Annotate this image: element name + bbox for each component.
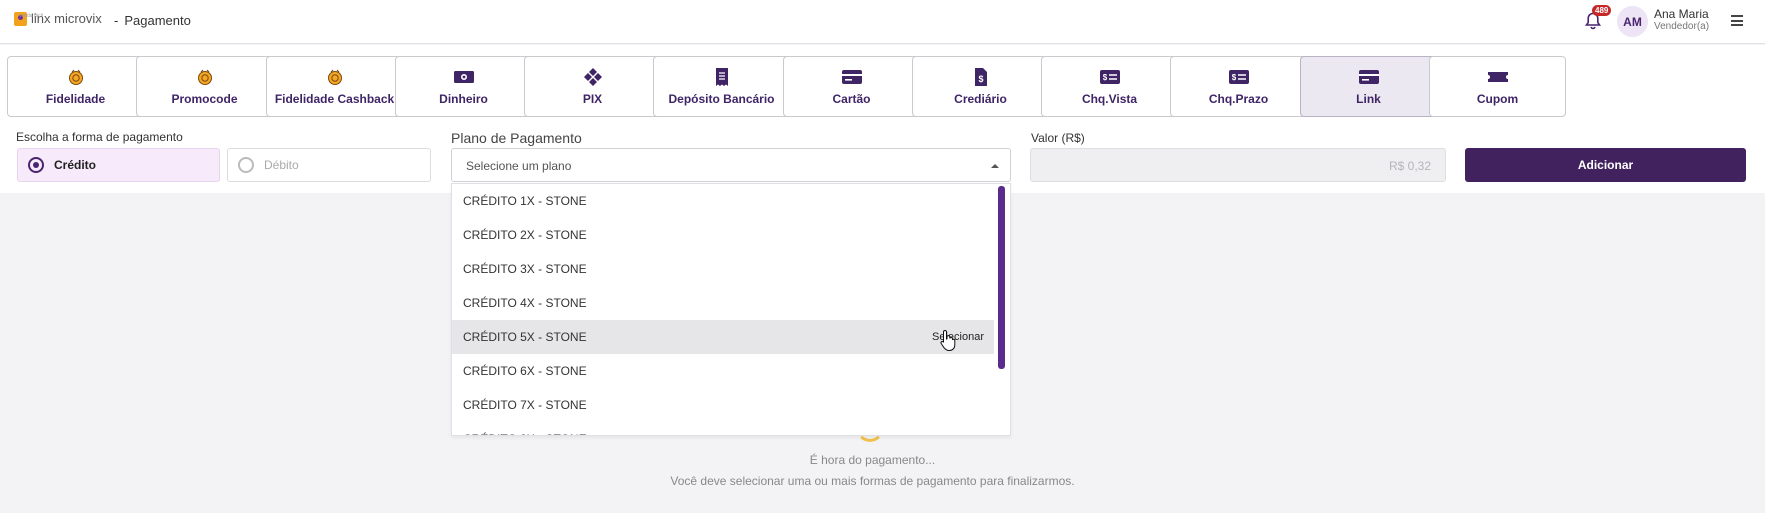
- payment-method-tile[interactable]: Fidelidade Cashback: [266, 56, 403, 117]
- user-role: Vendedor(a): [1654, 21, 1710, 32]
- top-bar: linx microvix venda fácil - Pagamento 489…: [0, 0, 1765, 44]
- plan-option-label: CRÉDITO 5X - STONE: [463, 330, 587, 344]
- payment-method-label: Depósito Bancário: [668, 92, 775, 106]
- payment-method-label: Fidelidade Cashback: [274, 92, 395, 106]
- plan-option[interactable]: CRÉDITO 3X - STONE: [452, 252, 994, 286]
- svg-text:$: $: [1102, 73, 1107, 82]
- page-title: - Pagamento: [114, 13, 191, 28]
- receipt-icon: [711, 67, 733, 87]
- credit-label: Crédito: [54, 158, 96, 172]
- dropdown-scrollbar[interactable]: [998, 186, 1005, 369]
- payment-method-tile[interactable]: Cupom: [1429, 56, 1566, 117]
- credit-radio[interactable]: [28, 157, 44, 173]
- payment-method-label: Chq.Prazo: [1208, 92, 1269, 106]
- empty-state-message: Você deve selecionar uma ou mais formas …: [670, 474, 1075, 488]
- plan-label: Plano de Pagamento: [451, 130, 582, 146]
- payment-method-tile[interactable]: Dinheiro: [395, 56, 532, 117]
- document-dollar-icon: $: [970, 67, 992, 87]
- user-name: Ana Maria: [1654, 7, 1709, 21]
- check-icon: $: [1228, 67, 1250, 87]
- payment-method-label: Cupom: [1476, 92, 1519, 106]
- brand-tagline: venda fácil: [19, 13, 43, 19]
- payment-method-label: Link: [1356, 92, 1381, 106]
- payment-method-tile[interactable]: $ Chq.Vista: [1041, 56, 1178, 117]
- coin-icon: [65, 67, 87, 87]
- value-input[interactable]: R$ 0,32: [1030, 148, 1446, 182]
- hand-cursor-icon: [940, 329, 956, 351]
- card-icon: [841, 67, 863, 87]
- plan-option[interactable]: CRÉDITO 2X - STONE: [452, 218, 994, 252]
- plan-option[interactable]: CRÉDITO 4X - STONE: [452, 286, 994, 320]
- cash-icon: [453, 67, 475, 87]
- plan-option-label: CRÉDITO 4X - STONE: [463, 296, 587, 310]
- plan-option-label: CRÉDITO 6X - STONE: [463, 364, 587, 378]
- pix-icon: [582, 67, 604, 87]
- ticket-icon: [1487, 67, 1509, 87]
- plan-option-label: CRÉDITO 3X - STONE: [463, 262, 587, 276]
- check-icon: $: [1099, 67, 1121, 87]
- plan-option-label: CRÉDITO 2X - STONE: [463, 228, 587, 242]
- plan-option-label: CRÉDITO 8X - STONE: [463, 432, 587, 435]
- avatar[interactable]: AM: [1617, 6, 1648, 37]
- value-text: R$ 0,32: [1388, 159, 1431, 173]
- payment-method-tile[interactable]: PIX: [524, 56, 661, 117]
- svg-text:$: $: [1231, 73, 1236, 82]
- debit-radio-option[interactable]: Débito: [227, 148, 431, 182]
- payment-method-label: Crediário: [954, 92, 1007, 106]
- svg-text:$: $: [978, 74, 983, 84]
- card-icon: [1358, 67, 1380, 87]
- plan-option[interactable]: CRÉDITO 5X - STONE Selecionar: [452, 320, 994, 354]
- hamburger-menu-icon[interactable]: [1731, 15, 1743, 26]
- payment-method-label: Dinheiro: [439, 92, 488, 106]
- plan-dropdown-list[interactable]: CRÉDITO 1X - STONE CRÉDITO 2X - STONE CRÉD…: [451, 183, 1011, 436]
- payment-method-tile[interactable]: $ Chq.Prazo: [1170, 56, 1307, 117]
- value-label: Valor (R$): [1031, 131, 1085, 145]
- payment-method-tile[interactable]: Fidelidade: [7, 56, 144, 117]
- empty-state-title: É hora do pagamento...: [809, 453, 936, 467]
- coin-icon: [324, 67, 346, 87]
- page-title-text: Pagamento: [124, 13, 191, 28]
- title-separator: -: [114, 13, 119, 28]
- payment-method-tile[interactable]: Depósito Bancário: [653, 56, 790, 117]
- payment-method-label: Cartão: [832, 92, 871, 106]
- plan-option[interactable]: CRÉDITO 6X - STONE: [452, 354, 994, 388]
- add-button[interactable]: Adicionar: [1465, 148, 1746, 182]
- plan-option[interactable]: CRÉDITO 8X - STONE: [452, 422, 994, 435]
- plan-select[interactable]: Selecione um plano: [451, 148, 1011, 182]
- debit-label: Débito: [264, 158, 299, 172]
- payment-method-label: Fidelidade: [45, 92, 106, 106]
- plan-option-label: CRÉDITO 7X - STONE: [463, 398, 587, 412]
- payment-method-tile[interactable]: $ Crediário: [912, 56, 1049, 117]
- payment-method-tile[interactable]: Cartão: [783, 56, 920, 117]
- plan-select-placeholder: Selecione um plano: [466, 159, 572, 173]
- caret-up-icon[interactable]: [991, 164, 999, 168]
- plan-option[interactable]: CRÉDITO 1X - STONE: [452, 184, 994, 218]
- payment-method-tile[interactable]: Promocode: [136, 56, 273, 117]
- payment-method-label: Promocode: [171, 92, 238, 106]
- plan-option-label: CRÉDITO 1X - STONE: [463, 194, 587, 208]
- payment-kind-label: Escolha a forma de pagamento: [16, 130, 183, 144]
- payment-method-tile[interactable]: Link: [1300, 56, 1437, 117]
- plan-option[interactable]: CRÉDITO 7X - STONE: [452, 388, 994, 422]
- debit-radio[interactable]: [238, 157, 254, 173]
- payment-method-label: Chq.Vista: [1081, 92, 1138, 106]
- credit-radio-option[interactable]: Crédito: [17, 148, 220, 182]
- coin-icon: [194, 67, 216, 87]
- notification-count-badge: 489: [1592, 5, 1612, 16]
- payment-method-label: PIX: [582, 92, 603, 106]
